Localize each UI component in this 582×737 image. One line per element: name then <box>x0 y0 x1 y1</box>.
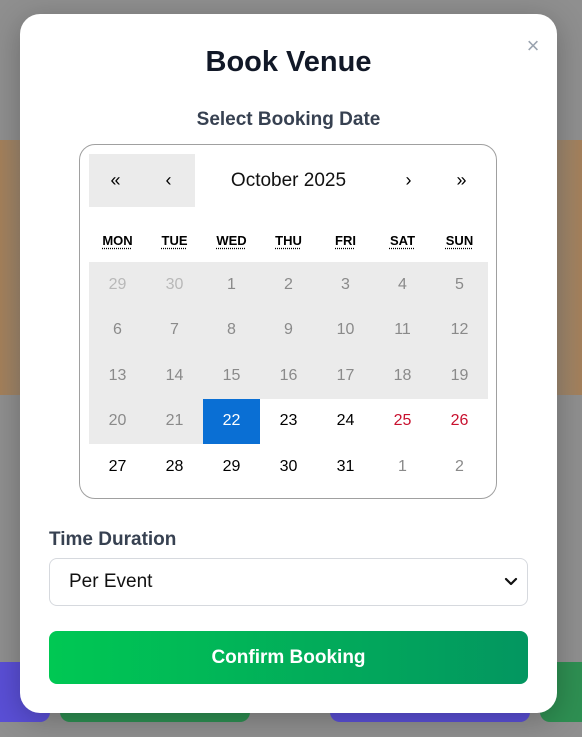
confirm-booking-button[interactable]: Confirm Booking <box>49 631 528 684</box>
calendar-day-next-month[interactable]: 2 <box>431 444 488 490</box>
calendar-day: 8 <box>203 307 260 353</box>
modal-title: Book Venue <box>205 46 372 78</box>
calendar-day-weekend[interactable]: 25 <box>374 399 431 445</box>
calendar-day: 19 <box>431 353 488 399</box>
calendar-day[interactable]: 27 <box>89 444 146 490</box>
calendar-day: 4 <box>374 262 431 308</box>
calendar-day: 9 <box>260 307 317 353</box>
calendar-day[interactable]: 31 <box>317 444 374 490</box>
calendar-day: 29 <box>89 262 146 308</box>
chevron-down-icon <box>504 577 518 586</box>
calendar-day[interactable]: 30 <box>260 444 317 490</box>
prev-month-button[interactable]: ‹ <box>142 154 195 207</box>
next-month-button[interactable]: › <box>382 154 435 207</box>
time-duration-select[interactable]: Per Event <box>49 558 528 606</box>
calendar-navigation: « ‹ October 2025 › » <box>89 154 488 207</box>
calendar-day: 1 <box>203 262 260 308</box>
calendar-day[interactable]: 24 <box>317 399 374 445</box>
calendar-day: 18 <box>374 353 431 399</box>
calendar-day-weekend[interactable]: 26 <box>431 399 488 445</box>
calendar-day: 16 <box>260 353 317 399</box>
calendar-day: 2 <box>260 262 317 308</box>
day-grid: 29 30 1 2 3 4 5 6 7 8 9 10 11 12 13 14 1… <box>89 262 488 490</box>
calendar-day: 14 <box>146 353 203 399</box>
next-year-button[interactable]: » <box>435 154 488 207</box>
calendar-day-next-month[interactable]: 1 <box>374 444 431 490</box>
book-venue-modal: × Book Venue Select Booking Date « ‹ Oct… <box>20 14 557 713</box>
date-picker: « ‹ October 2025 › » MON TUE WED THU FRI… <box>79 144 497 499</box>
calendar-day: 13 <box>89 353 146 399</box>
calendar-day[interactable]: 23 <box>260 399 317 445</box>
calendar-day: 3 <box>317 262 374 308</box>
calendar-day: 12 <box>431 307 488 353</box>
calendar-day: 11 <box>374 307 431 353</box>
time-duration-value: Per Event <box>69 571 153 592</box>
month-label[interactable]: October 2025 <box>195 154 382 207</box>
weekday-header: MON TUE WED THU FRI SAT SUN <box>89 233 488 253</box>
calendar-day: 30 <box>146 262 203 308</box>
calendar-day[interactable]: 28 <box>146 444 203 490</box>
calendar-day-selected[interactable]: 22 <box>203 398 260 444</box>
weekday-sun: SUN <box>445 233 474 248</box>
weekday-mon: MON <box>102 233 133 248</box>
calendar-day[interactable]: 29 <box>203 444 260 490</box>
calendar-day: 17 <box>317 353 374 399</box>
weekday-sat: SAT <box>389 233 416 248</box>
calendar-day: 15 <box>203 353 260 399</box>
weekday-wed: WED <box>216 233 247 248</box>
calendar-day: 20 <box>89 398 146 444</box>
calendar-day: 21 <box>146 398 203 444</box>
calendar-heading: Select Booking Date <box>196 109 381 130</box>
prev-year-button[interactable]: « <box>89 154 142 207</box>
calendar-day: 5 <box>431 262 488 308</box>
calendar-day: 7 <box>146 307 203 353</box>
calendar-day: 10 <box>317 307 374 353</box>
weekday-fri: FRI <box>335 233 356 248</box>
time-duration-label: Time Duration <box>49 529 177 550</box>
weekday-thu: THU <box>275 233 302 248</box>
calendar-day: 6 <box>89 307 146 353</box>
weekday-tue: TUE <box>161 233 188 248</box>
